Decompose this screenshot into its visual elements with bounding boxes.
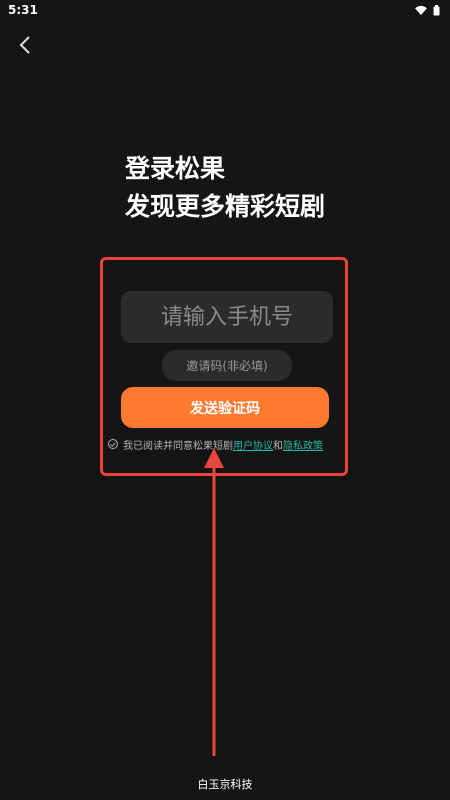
back-button[interactable] [14, 34, 36, 56]
status-bar: 5:31 [0, 0, 450, 20]
agreement-row: 我已阅读并同意松果短剧 用户协议 和 隐私政策 [108, 436, 323, 452]
agreement-connector: 和 [273, 440, 283, 452]
agreement-checkbox[interactable] [108, 439, 118, 449]
wifi-icon [415, 5, 427, 15]
page-title: 登录松果 发现更多精彩短剧 [125, 150, 325, 226]
status-icons [415, 4, 440, 16]
phone-number-input[interactable] [121, 291, 333, 343]
privacy-policy-link[interactable]: 隐私政策 [283, 437, 323, 452]
status-time: 5:31 [8, 3, 38, 17]
invite-code-input[interactable] [162, 350, 292, 381]
page-title-line1: 登录松果 [125, 154, 226, 183]
check-circle-icon [110, 441, 116, 447]
footer-company: 白玉京科技 [197, 778, 253, 791]
user-agreement-link[interactable]: 用户协议 [233, 437, 273, 452]
page-title-line2: 发现更多精彩短剧 [125, 192, 326, 221]
agreement-text: 我已阅读并同意松果短剧 [123, 440, 233, 452]
send-code-button[interactable]: 发送验证码 [121, 387, 329, 428]
back-arrow-icon [19, 36, 30, 54]
battery-icon [433, 4, 440, 15]
